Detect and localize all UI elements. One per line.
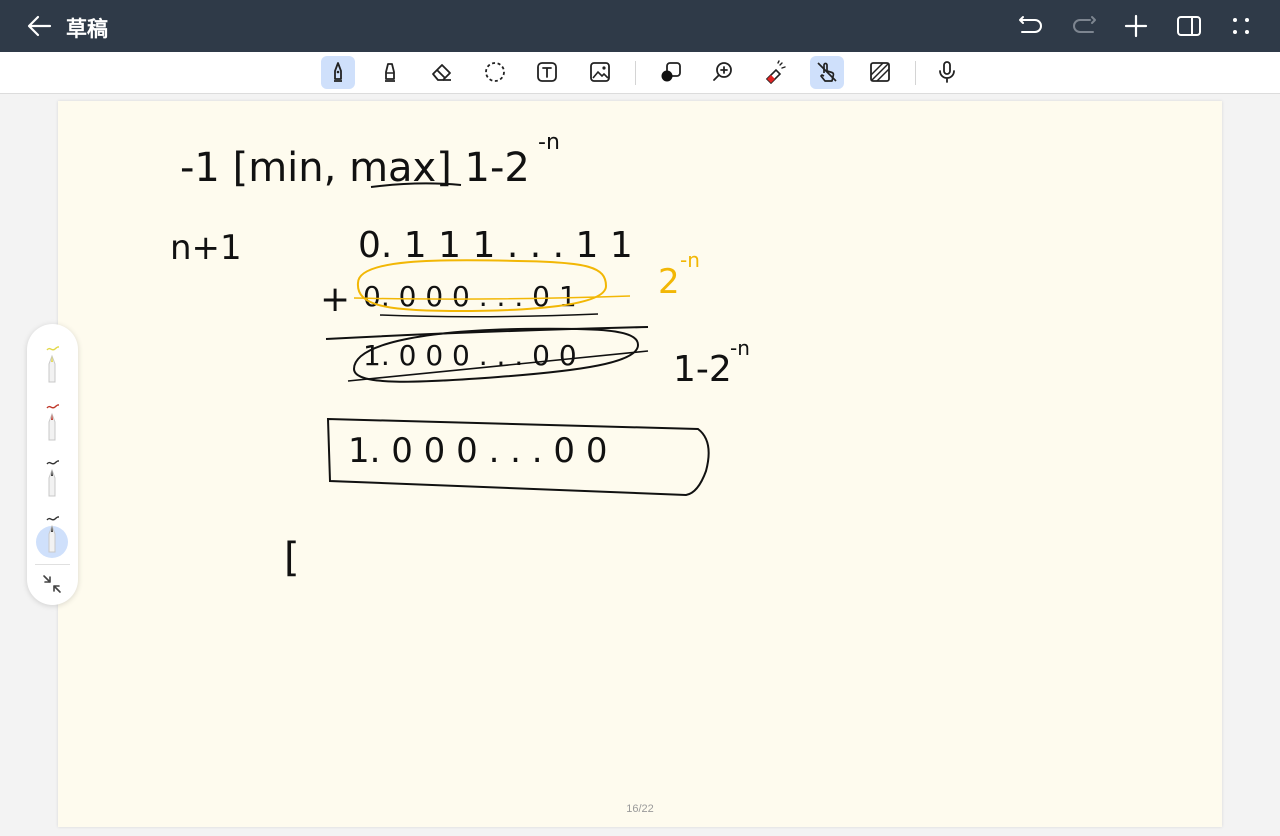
redo-icon[interactable] [1070,12,1098,40]
handwriting-1-minus-2-exponent: -n [730,336,750,360]
ink-sum-line [325,326,649,340]
lasso-select-icon[interactable] [478,56,512,89]
page-number: 16/22 [626,803,654,815]
handwriting-row3: 1. 0 0 0 . . . 0 0 [363,339,577,372]
palette-divider [35,564,70,565]
pen-red-icon[interactable] [35,400,70,448]
text-box-icon[interactable] [530,56,564,89]
more-dots-icon[interactable] [1227,12,1255,40]
laser-pointer-icon[interactable] [758,56,792,89]
image-icon[interactable] [583,56,617,89]
page-title: 草稿 [66,18,108,41]
shape-icon[interactable] [654,56,688,89]
eraser-tool-icon[interactable] [425,56,459,89]
toolbar-divider [915,61,916,85]
plus-icon[interactable] [1122,12,1150,40]
handwriting-2-annotation: 2 [658,262,680,302]
undo-icon[interactable] [1017,12,1045,40]
zoom-icon[interactable] [706,56,740,89]
pattern-icon[interactable] [863,56,897,89]
pen-black-icon[interactable] [35,456,70,504]
fountain-pen-tool-icon[interactable] [321,56,355,89]
highlighter-tool-icon[interactable] [373,56,407,89]
handwriting-row4: 1. 0 0 0 . . . 0 0 [348,431,607,471]
finger-draw-icon[interactable] [810,56,844,89]
handwriting-1-minus-2-annotation: 1-2 [673,349,732,390]
sidebar-icon[interactable] [1175,12,1203,40]
ink-strike-line [379,313,599,318]
drawing-toolbar [0,52,1280,94]
handwriting-line1-exponent: -n [538,130,560,155]
handwriting-2-exponent: -n [680,248,700,272]
pen-black-selected-icon[interactable] [35,512,70,560]
handwriting-line1: -1 [min, max] 1-2 [180,145,530,191]
handwriting-n-plus-1: n+1 [170,228,242,268]
pen-palette [27,324,78,605]
microphone-icon[interactable] [930,56,964,89]
ink-layer: -1 [min, max] 1-2 -n n+1 0. 1 1 1 . . . … [170,130,750,581]
toolbar-divider [635,61,636,85]
title-bar: 草稿 [0,0,1280,52]
handwriting-stray-bracket: [ [284,535,300,581]
back-arrow-icon[interactable] [24,12,54,40]
note-canvas[interactable]: -1 [min, max] 1-2 -n n+1 0. 1 1 1 . . . … [58,101,1222,827]
collapse-icon[interactable] [40,572,64,596]
pen-yellow-icon[interactable] [35,342,70,390]
handwriting-plus-sign: + [320,279,350,320]
